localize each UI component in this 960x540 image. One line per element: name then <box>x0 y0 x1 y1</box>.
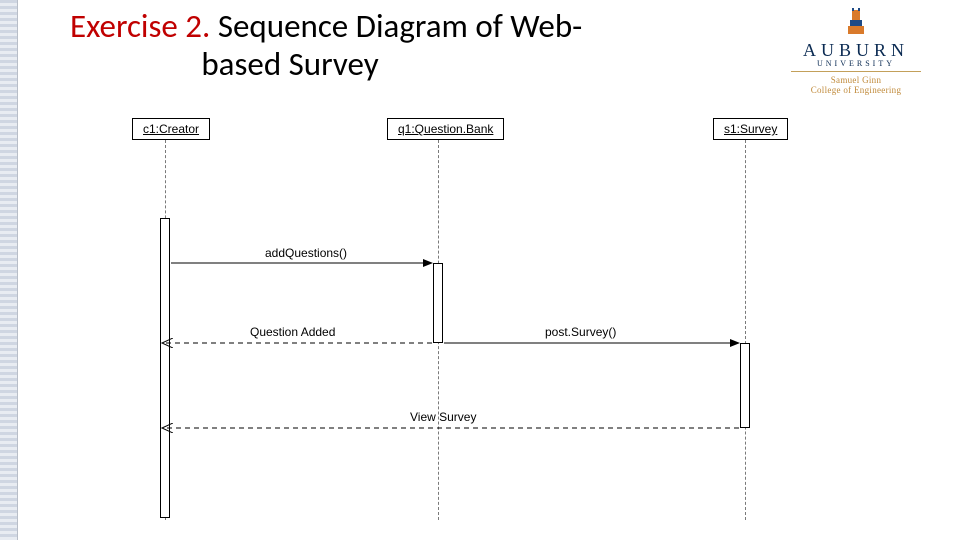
msg-post-survey: post.Survey() <box>545 325 616 339</box>
logo-college-line2: College of Engineering <box>776 85 936 95</box>
sequence-diagram: c1:Creator q1:Question.Bank s1:Survey a <box>40 118 940 528</box>
msg-question-added: Question Added <box>250 325 335 339</box>
title-line2: based Survey <box>80 46 500 84</box>
logo-text-university: UNIVERSITY <box>776 59 936 68</box>
msg-view-survey: View Survey <box>410 410 476 424</box>
logo-divider <box>791 71 921 72</box>
logo-text-auburn: AUBURN <box>776 40 936 61</box>
msg-addquestions: addQuestions() <box>265 246 347 260</box>
title-rest: Sequence Diagram of Web- <box>210 6 582 46</box>
message-arrows <box>40 118 940 528</box>
title-exercise-number: Exercise 2. <box>70 6 210 46</box>
logo-college-line1: Samuel Ginn <box>776 75 936 85</box>
slide-title: Exercise 2. Sequence Diagram of Web- bas… <box>70 8 630 84</box>
auburn-logo: AUBURN UNIVERSITY Samuel Ginn College of… <box>776 8 936 95</box>
slide-decor-stripe <box>0 0 18 540</box>
tower-icon <box>839 8 873 38</box>
